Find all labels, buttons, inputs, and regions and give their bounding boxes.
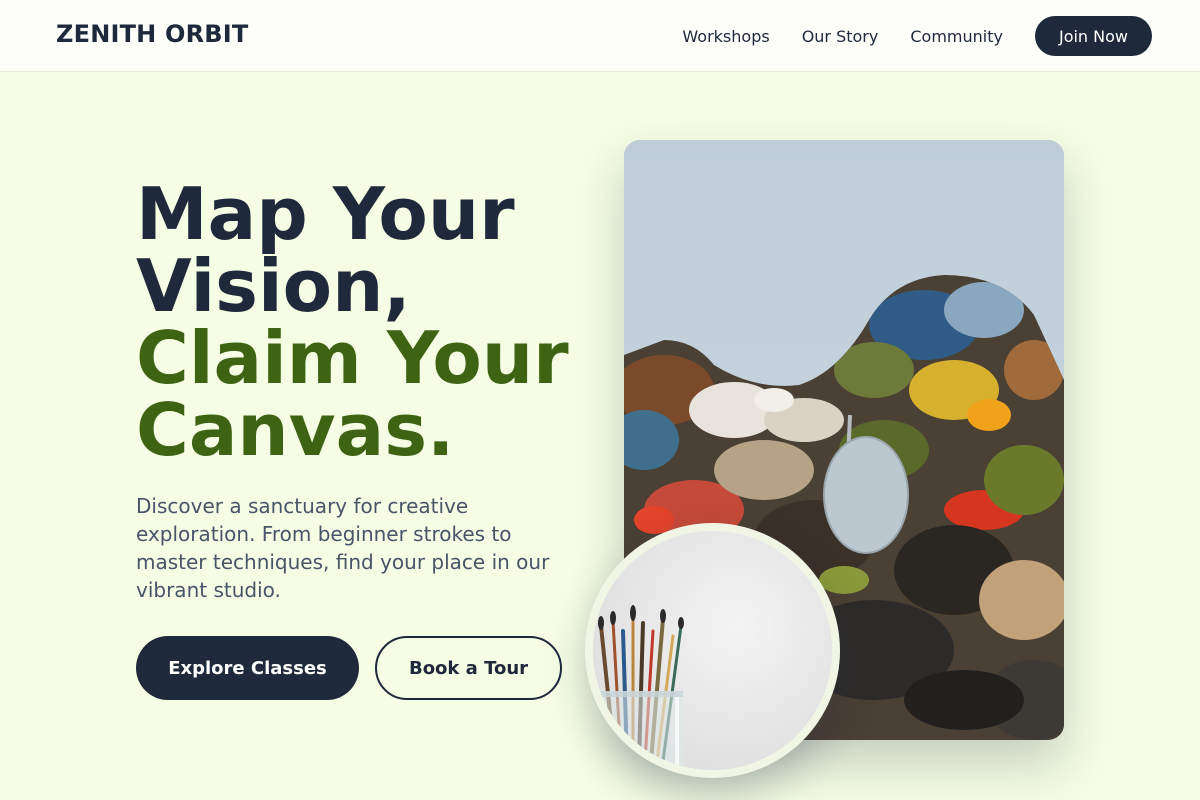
brand-logo[interactable]: ZENITH ORBIT	[56, 20, 249, 48]
headline-line-4: Canvas.	[136, 388, 455, 472]
paintbrushes-image	[585, 523, 840, 778]
hero-subtext: Discover a sanctuary for creative explor…	[136, 494, 550, 602]
nav-link-community[interactable]: Community	[910, 27, 1003, 46]
join-now-button[interactable]: Join Now	[1034, 16, 1152, 56]
headline-line-2: Vision,	[136, 244, 411, 328]
nav-link-workshops[interactable]: Workshops	[682, 27, 769, 46]
book-tour-button[interactable]: Book a Tour	[375, 636, 562, 700]
nav-links: Workshops Our Story Community Join Now	[682, 16, 1152, 56]
nav-link-our-story[interactable]: Our Story	[802, 27, 879, 46]
explore-classes-button[interactable]: Explore Classes	[136, 636, 359, 700]
headline-line-1: Map Your	[136, 172, 515, 256]
headline-line-3: Claim Your	[136, 316, 569, 400]
hero-headline: Map Your Vision, Claim Your Canvas.	[136, 178, 569, 466]
top-navbar: ZENITH ORBIT Workshops Our Story Communi…	[0, 0, 1200, 72]
